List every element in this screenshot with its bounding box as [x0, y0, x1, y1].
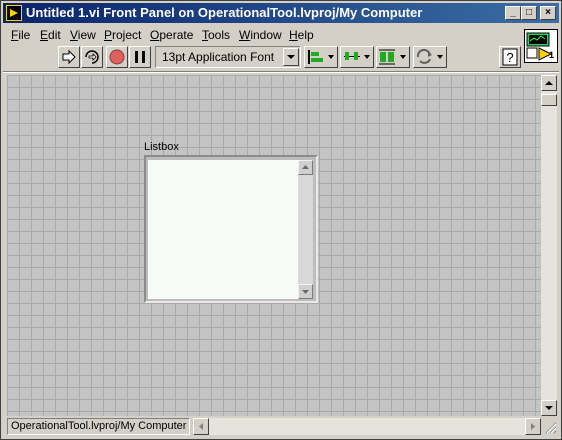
- panel-scroll-up-button[interactable]: [541, 75, 557, 91]
- project-context-label[interactable]: OperationalTool.lvproj/My Computer: [7, 418, 191, 435]
- window-title: Untitled 1.vi Front Panel on Operational…: [26, 5, 423, 20]
- font-select-dropdown-button[interactable]: [283, 48, 299, 66]
- resize-objects-button[interactable]: [376, 46, 410, 68]
- abort-execution-button[interactable]: [106, 46, 128, 68]
- pause-button[interactable]: [129, 46, 151, 68]
- minimize-button[interactable]: _: [505, 6, 521, 20]
- menu-file[interactable]: File: [11, 27, 30, 43]
- toolbar-separator: [3, 71, 559, 73]
- reorder-button[interactable]: [413, 46, 447, 68]
- font-select-value: 13pt Application Font: [162, 50, 275, 64]
- resize-grip[interactable]: [541, 418, 557, 435]
- run-continuously-button[interactable]: [81, 46, 103, 68]
- help-question-icon: ?: [502, 48, 518, 66]
- listbox-scroll-down-button[interactable]: [298, 284, 313, 299]
- run-arrow-icon: [62, 49, 76, 65]
- status-bar: OperationalTool.lvproj/My Computer: [7, 418, 541, 435]
- close-icon: ×: [545, 7, 551, 18]
- menu-view[interactable]: View: [70, 27, 96, 43]
- listbox-control[interactable]: [144, 155, 318, 303]
- menu-bar: File Edit View Project Operate Tools Win…: [3, 25, 523, 45]
- run-continuously-icon: [85, 50, 99, 64]
- resize-objects-icon: [379, 49, 406, 65]
- vi-connector-icon[interactable]: 1: [524, 29, 558, 63]
- chevron-down-icon: [287, 55, 295, 59]
- reorder-icon: [416, 48, 443, 64]
- arrow-up-icon: [545, 81, 553, 85]
- resize-grip-icon: [545, 422, 557, 434]
- panel-scroll-down-button[interactable]: [541, 400, 557, 416]
- menu-project[interactable]: Project: [104, 27, 141, 43]
- align-objects-button[interactable]: [304, 46, 338, 68]
- menu-tools[interactable]: Tools: [202, 27, 230, 43]
- title-bar[interactable]: Untitled 1.vi Front Panel on Operational…: [3, 3, 559, 23]
- arrow-down-icon: [545, 406, 553, 410]
- menu-help[interactable]: Help: [289, 27, 314, 43]
- arrow-up-icon: [302, 165, 309, 169]
- maximize-button[interactable]: □: [521, 6, 537, 20]
- arrow-down-icon: [302, 290, 309, 294]
- close-button[interactable]: ×: [540, 6, 556, 20]
- arrow-left-icon: [199, 423, 203, 430]
- menu-edit[interactable]: Edit: [40, 27, 61, 43]
- listbox-items-area[interactable]: [148, 160, 298, 299]
- context-help-button[interactable]: ?: [499, 46, 521, 68]
- panel-vertical-scrollbar[interactable]: [541, 75, 557, 416]
- minimize-icon: _: [510, 7, 516, 18]
- menu-window[interactable]: Window: [239, 27, 282, 43]
- vi-icon-label: 1: [549, 50, 555, 60]
- panel-horizontal-scrollbar[interactable]: [193, 418, 541, 435]
- toolbar: 13pt Application Font ?: [3, 46, 523, 70]
- align-objects-icon: [308, 50, 334, 64]
- listbox-label: Listbox: [144, 141, 179, 153]
- panel-scroll-left-button[interactable]: [193, 418, 209, 435]
- maximize-icon: □: [525, 7, 533, 18]
- distribute-objects-icon: [344, 52, 370, 60]
- listbox-vertical-scrollbar[interactable]: [298, 160, 313, 299]
- text-settings-select[interactable]: 13pt Application Font: [155, 46, 301, 68]
- vi-front-panel-window: Untitled 1.vi Front Panel on Operational…: [0, 0, 562, 440]
- panel-vertical-scroll-thumb[interactable]: [541, 94, 557, 106]
- arrow-right-icon: [531, 423, 535, 430]
- run-button[interactable]: [58, 46, 80, 68]
- panel-scroll-right-button[interactable]: [525, 418, 541, 435]
- svg-text:?: ?: [506, 50, 513, 65]
- pause-icon: [135, 51, 145, 63]
- labview-app-icon: [6, 5, 22, 21]
- listbox-scroll-up-button[interactable]: [298, 160, 313, 175]
- stop-icon: [109, 49, 125, 65]
- distribute-objects-button[interactable]: [340, 46, 374, 68]
- menu-operate[interactable]: Operate: [150, 27, 193, 43]
